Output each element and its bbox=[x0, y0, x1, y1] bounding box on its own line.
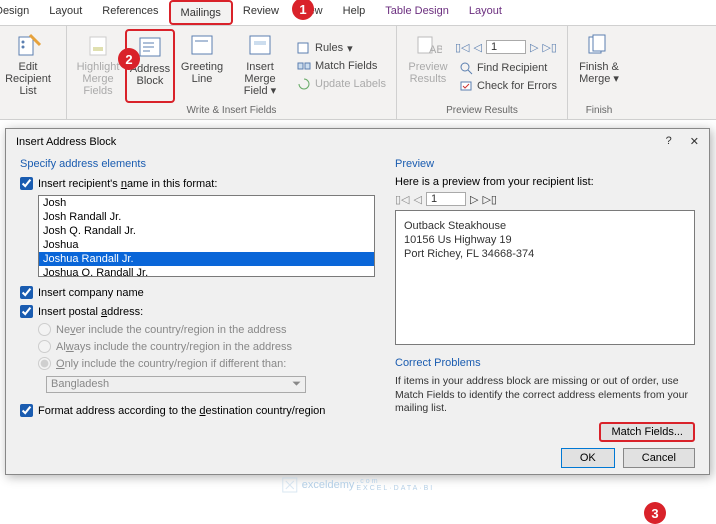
find-recipient-button[interactable]: Find Recipient bbox=[455, 60, 561, 76]
ribbon-tabs: Design Layout References Mailings Review… bbox=[0, 0, 716, 26]
tab-references[interactable]: References bbox=[92, 0, 168, 25]
prev-record-icon[interactable]: ◁ bbox=[473, 41, 481, 54]
country-select[interactable]: Bangladesh⏷ bbox=[46, 376, 306, 393]
preview-header: Preview bbox=[395, 154, 695, 174]
callout-2: 2 bbox=[118, 48, 140, 70]
preview-results-button[interactable]: ABC Preview Results bbox=[403, 29, 453, 103]
tab-table-design[interactable]: Table Design bbox=[375, 0, 459, 25]
preview-nav[interactable]: ▯◁◁ 1 ▷▷▯ bbox=[395, 192, 695, 206]
address-preview: Outback Steakhouse 10156 Us Highway 19 P… bbox=[395, 210, 695, 345]
group-label-write: Write & Insert Fields bbox=[73, 103, 390, 119]
rules-button[interactable]: Rules ▾ bbox=[293, 40, 390, 56]
group-label-preview: Preview Results bbox=[403, 103, 561, 119]
never-country-radio[interactable]: Never include the country/region in the … bbox=[38, 321, 375, 338]
tab-layout[interactable]: Layout bbox=[39, 0, 92, 25]
tab-review[interactable]: Review bbox=[233, 0, 289, 25]
address-block-icon bbox=[136, 33, 164, 61]
svg-text:ABC: ABC bbox=[429, 44, 442, 56]
correct-header: Correct Problems bbox=[395, 353, 695, 373]
tab-layout2[interactable]: Layout bbox=[459, 0, 512, 25]
always-country-radio[interactable]: Always include the country/region in the… bbox=[38, 338, 375, 355]
insert-company-checkbox[interactable]: Insert company name bbox=[20, 283, 375, 302]
insert-postal-checkbox[interactable]: Insert postal address: bbox=[20, 302, 375, 321]
record-nav[interactable]: ▯◁ ◁ 1 ▷ ▷▯ bbox=[455, 40, 561, 54]
highlight-merge-button[interactable]: Highlight Merge Fields bbox=[73, 29, 123, 103]
preview-icon: ABC bbox=[414, 31, 442, 59]
insert-address-block-dialog: Insert Address Block ? ✕ Specify address… bbox=[5, 128, 710, 475]
preview-sub: Here is a preview from your recipient li… bbox=[395, 174, 695, 190]
edit-list-icon bbox=[14, 31, 42, 59]
help-button[interactable]: ? bbox=[666, 135, 672, 148]
highlight-icon bbox=[84, 31, 112, 59]
match-fields-dialog-button[interactable]: Match Fields... bbox=[599, 422, 695, 442]
greeting-line-button[interactable]: Greeting Line bbox=[177, 29, 227, 103]
record-counter[interactable]: 1 bbox=[486, 40, 526, 54]
tab-mailings[interactable]: Mailings bbox=[169, 0, 233, 25]
finish-merge-button[interactable]: Finish & Merge ▾ bbox=[574, 29, 624, 103]
first-record-icon[interactable]: ▯◁ bbox=[455, 41, 470, 54]
correct-text: If items in your address block are missi… bbox=[395, 373, 695, 418]
cancel-button[interactable]: Cancel bbox=[623, 448, 695, 468]
update-labels-button[interactable]: Update Labels bbox=[293, 76, 390, 92]
insert-merge-field-button[interactable]: Insert Merge Field ▾ bbox=[229, 29, 291, 103]
group-label-finish: Finish bbox=[574, 103, 624, 119]
check-errors-button[interactable]: Check for Errors bbox=[455, 78, 561, 94]
ok-button[interactable]: OK bbox=[561, 448, 615, 468]
greeting-icon bbox=[188, 31, 216, 59]
tab-design[interactable]: Design bbox=[0, 0, 39, 25]
close-button[interactable]: ✕ bbox=[690, 135, 699, 148]
finish-icon bbox=[585, 31, 613, 59]
insert-name-checkbox[interactable]: Insert recipient's name in this format: bbox=[20, 174, 375, 193]
match-fields-button[interactable]: Match Fields bbox=[293, 58, 390, 74]
edit-recipient-list-button[interactable]: Edit Recipient List bbox=[0, 29, 60, 103]
name-format-list[interactable]: Josh Josh Randall Jr. Josh Q. Randall Jr… bbox=[38, 195, 375, 277]
format-destination-checkbox[interactable]: Format address according to the destinat… bbox=[20, 401, 375, 420]
last-record-icon[interactable]: ▷▯ bbox=[542, 41, 557, 54]
insert-merge-icon bbox=[246, 31, 274, 59]
only-different-radio[interactable]: Only include the country/region if diffe… bbox=[38, 355, 375, 372]
watermark: exceldemy .comEXCEL·DATA·BI bbox=[282, 477, 434, 493]
dialog-title: Insert Address Block bbox=[16, 136, 116, 148]
next-record-icon[interactable]: ▷ bbox=[530, 41, 538, 54]
specify-header: Specify address elements bbox=[20, 154, 375, 174]
ribbon-body: Edit Recipient List Highlight Merge Fiel… bbox=[0, 26, 716, 120]
tab-help[interactable]: Help bbox=[333, 0, 376, 25]
callout-3: 3 bbox=[644, 502, 666, 524]
